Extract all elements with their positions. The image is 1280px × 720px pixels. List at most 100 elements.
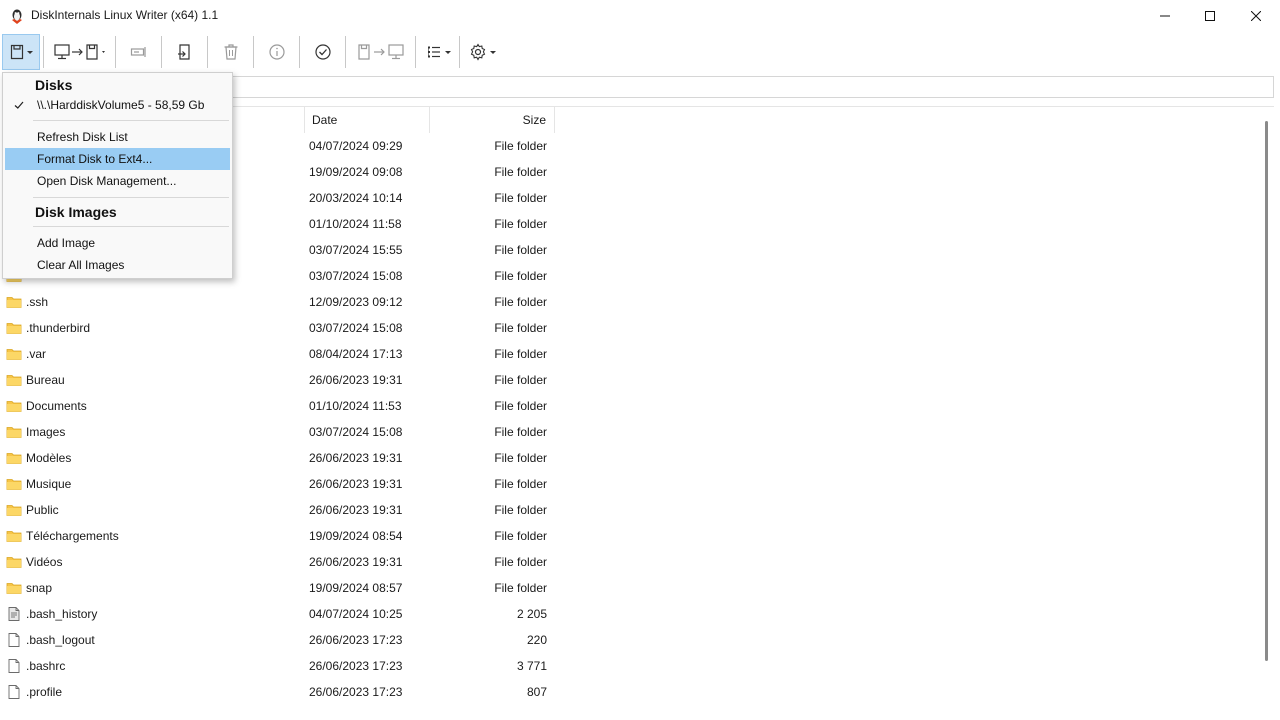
menu-item-refresh-disk-list[interactable]: Refresh Disk List bbox=[5, 126, 230, 148]
table-row[interactable]: Documents 01/10/2024 11:53 File folder bbox=[4, 393, 1256, 419]
file-size: File folder bbox=[494, 321, 547, 335]
file-size: File folder bbox=[494, 477, 547, 491]
table-row[interactable]: .ssh 12/09/2023 09:12 File folder bbox=[4, 289, 1256, 315]
file-name: Bureau bbox=[26, 373, 65, 387]
menu-item-open-disk-management[interactable]: Open Disk Management... bbox=[5, 170, 230, 192]
file-name: .profile bbox=[26, 685, 63, 699]
maximize-button[interactable] bbox=[1187, 0, 1233, 32]
folder-icon bbox=[6, 528, 22, 544]
properties-button[interactable] bbox=[260, 34, 294, 70]
table-row[interactable]: Vidéos 26/06/2023 19:31 File folder bbox=[4, 549, 1256, 575]
menu-item-add-image[interactable]: Add Image bbox=[5, 232, 230, 254]
column-divider[interactable] bbox=[429, 107, 430, 133]
file-size: File folder bbox=[494, 295, 547, 309]
file-date: 19/09/2024 09:08 bbox=[309, 165, 403, 179]
file-date: 26/06/2023 19:31 bbox=[309, 503, 403, 517]
settings-button[interactable] bbox=[464, 34, 500, 70]
toolbar-separator bbox=[345, 36, 346, 68]
toolbar-separator bbox=[299, 36, 300, 68]
table-row[interactable]: Modèles 26/06/2023 19:31 File folder bbox=[4, 445, 1256, 471]
file-size: 3 771 bbox=[516, 659, 547, 673]
file-date: 26/06/2023 17:23 bbox=[309, 685, 403, 699]
file-date: 03/07/2024 15:08 bbox=[309, 321, 403, 335]
table-row[interactable]: .thunderbird 03/07/2024 15:08 File folder bbox=[4, 315, 1256, 341]
toolbar-separator bbox=[207, 36, 208, 68]
table-row[interactable]: .profile 26/06/2023 17:23 807 bbox=[4, 679, 1256, 705]
file-name: Documents bbox=[26, 399, 87, 413]
write-to-disk-button[interactable] bbox=[48, 34, 112, 70]
file-name: Téléchargements bbox=[26, 529, 119, 543]
rename-button[interactable] bbox=[122, 34, 156, 70]
delete-button[interactable] bbox=[214, 34, 248, 70]
toolbar-separator bbox=[253, 36, 254, 68]
folder-icon bbox=[6, 398, 22, 414]
file-name: Modèles bbox=[26, 451, 72, 465]
column-header-date[interactable]: Date bbox=[312, 107, 337, 133]
toolbar bbox=[0, 32, 1280, 72]
file-size: File folder bbox=[494, 529, 547, 543]
column-header-size[interactable]: Size bbox=[434, 107, 546, 133]
table-row[interactable]: Public 26/06/2023 19:31 File folder bbox=[4, 497, 1256, 523]
file-name: snap bbox=[26, 581, 53, 595]
menu-item-clear-all-images[interactable]: Clear All Images bbox=[5, 254, 230, 276]
toolbar-separator bbox=[459, 36, 460, 68]
file-size: File folder bbox=[494, 139, 547, 153]
close-button[interactable] bbox=[1233, 0, 1279, 32]
file-date: 12/09/2023 09:12 bbox=[309, 295, 403, 309]
check-button[interactable] bbox=[306, 34, 340, 70]
file-icon bbox=[6, 658, 22, 674]
close-icon bbox=[1251, 11, 1261, 21]
file-date: 03/07/2024 15:08 bbox=[309, 269, 403, 283]
table-row[interactable]: snap 19/09/2024 08:57 File folder bbox=[4, 575, 1256, 601]
table-row[interactable]: .bash_logout 26/06/2023 17:23 220 bbox=[4, 627, 1256, 653]
minimize-button[interactable] bbox=[1142, 0, 1188, 32]
disk-icon bbox=[10, 44, 23, 60]
file-size: File folder bbox=[494, 347, 547, 361]
vertical-scrollbar[interactable] bbox=[1258, 107, 1274, 720]
disk-to-computer-button[interactable] bbox=[350, 34, 412, 70]
file-size: File folder bbox=[494, 243, 547, 257]
file-name: Images bbox=[26, 425, 66, 439]
file-date: 19/09/2024 08:57 bbox=[309, 581, 403, 595]
file-date: 26/06/2023 19:31 bbox=[309, 373, 403, 387]
toolbar-separator bbox=[415, 36, 416, 68]
text-file-icon bbox=[6, 606, 22, 622]
table-row[interactable]: .var 08/04/2024 17:13 File folder bbox=[4, 341, 1256, 367]
file-size: 220 bbox=[526, 633, 547, 647]
export-icon bbox=[178, 44, 190, 60]
folder-icon bbox=[6, 476, 22, 492]
file-name: .bash_history bbox=[26, 607, 98, 621]
column-divider[interactable] bbox=[304, 107, 305, 133]
folder-icon bbox=[6, 346, 22, 362]
file-date: 01/10/2024 11:53 bbox=[309, 399, 402, 413]
file-size: File folder bbox=[494, 581, 547, 595]
file-name: Vidéos bbox=[26, 555, 63, 569]
toolbar-separator bbox=[115, 36, 116, 68]
maximize-icon bbox=[1205, 11, 1215, 21]
menu-item-selected-disk[interactable]: \\.\HarddiskVolume5 - 58,59 Gb bbox=[5, 94, 230, 116]
export-button[interactable] bbox=[168, 34, 202, 70]
column-divider[interactable] bbox=[554, 107, 555, 133]
view-button[interactable] bbox=[420, 34, 456, 70]
info-icon bbox=[269, 44, 285, 60]
table-row[interactable]: .bashrc 26/06/2023 17:23 3 771 bbox=[4, 653, 1256, 679]
menu-item-format-disk[interactable]: Format Disk to Ext4... bbox=[5, 148, 230, 170]
disk-dropdown-menu: Disks \\.\HarddiskVolume5 - 58,59 Gb Ref… bbox=[2, 72, 233, 279]
scrollbar-thumb[interactable] bbox=[1265, 121, 1268, 661]
table-row[interactable]: Bureau 26/06/2023 19:31 File folder bbox=[4, 367, 1256, 393]
file-date: 08/04/2024 17:13 bbox=[309, 347, 403, 361]
file-icon bbox=[6, 632, 22, 648]
table-row[interactable]: Images 03/07/2024 15:08 File folder bbox=[4, 419, 1256, 445]
window-title: DiskInternals Linux Writer (x64) 1.1 bbox=[31, 8, 219, 22]
toolbar-separator bbox=[161, 36, 162, 68]
computer-to-disk-icon bbox=[54, 44, 105, 60]
file-date: 26/06/2023 19:31 bbox=[309, 555, 403, 569]
table-row[interactable]: Musique 26/06/2023 19:31 File folder bbox=[4, 471, 1256, 497]
trash-icon bbox=[224, 44, 238, 60]
menu-header-disks: Disks bbox=[35, 77, 73, 93]
disk-selector-button[interactable] bbox=[2, 34, 40, 70]
file-name: Musique bbox=[26, 477, 72, 491]
table-row[interactable]: Téléchargements 19/09/2024 08:54 File fold… bbox=[4, 523, 1256, 549]
chevron-down-icon bbox=[444, 50, 451, 54]
table-row[interactable]: .bash_history 04/07/2024 10:25 2 205 bbox=[4, 601, 1256, 627]
